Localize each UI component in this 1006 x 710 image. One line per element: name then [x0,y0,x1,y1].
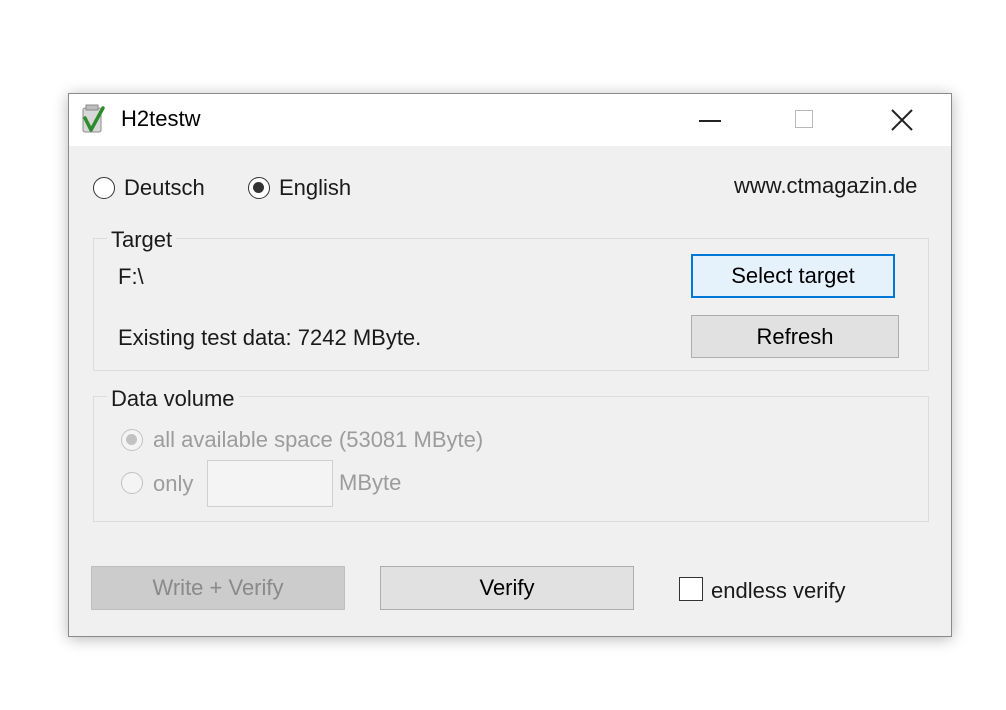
select-target-button[interactable]: Select target [691,254,895,298]
radio-english-label[interactable]: English [279,175,351,201]
data-volume-group-title: Data volume [107,386,239,412]
title-bar[interactable]: H2testw [69,94,951,146]
mbyte-unit-label: MByte [339,470,402,495]
radio-deutsch[interactable] [93,177,115,199]
existing-test-data: Existing test data: 7242 MByte. [118,325,422,350]
endless-verify-checkbox[interactable] [679,577,703,601]
only-mbyte-input[interactable] [207,460,333,507]
radio-only-label[interactable]: only [153,471,193,497]
radio-all-space[interactable] [121,429,143,451]
h2testw-app-icon [82,104,105,133]
radio-deutsch-label[interactable]: Deutsch [124,175,205,201]
website-label: www.ctmagazin.de [734,173,918,198]
target-group-title: Target [107,227,177,253]
verify-button[interactable]: Verify [380,566,634,610]
minimize-icon [699,120,721,122]
refresh-button[interactable]: Refresh [691,315,899,358]
radio-all-space-label[interactable]: all available space (53081 MByte) [153,427,483,453]
window-title: H2testw [121,106,201,131]
maximize-icon [795,110,813,128]
minimize-button[interactable] [663,94,755,146]
maximize-button[interactable] [759,94,851,146]
write-verify-button[interactable]: Write + Verify [91,566,345,610]
radio-english[interactable] [248,177,270,199]
close-button[interactable] [855,94,947,146]
h2testw-window: H2testw Deutsch English www.ctmagazin.de… [68,93,952,637]
target-path: F:\ [118,264,144,289]
close-icon [891,109,913,131]
radio-only[interactable] [121,472,143,494]
endless-verify-label[interactable]: endless verify [711,578,846,604]
